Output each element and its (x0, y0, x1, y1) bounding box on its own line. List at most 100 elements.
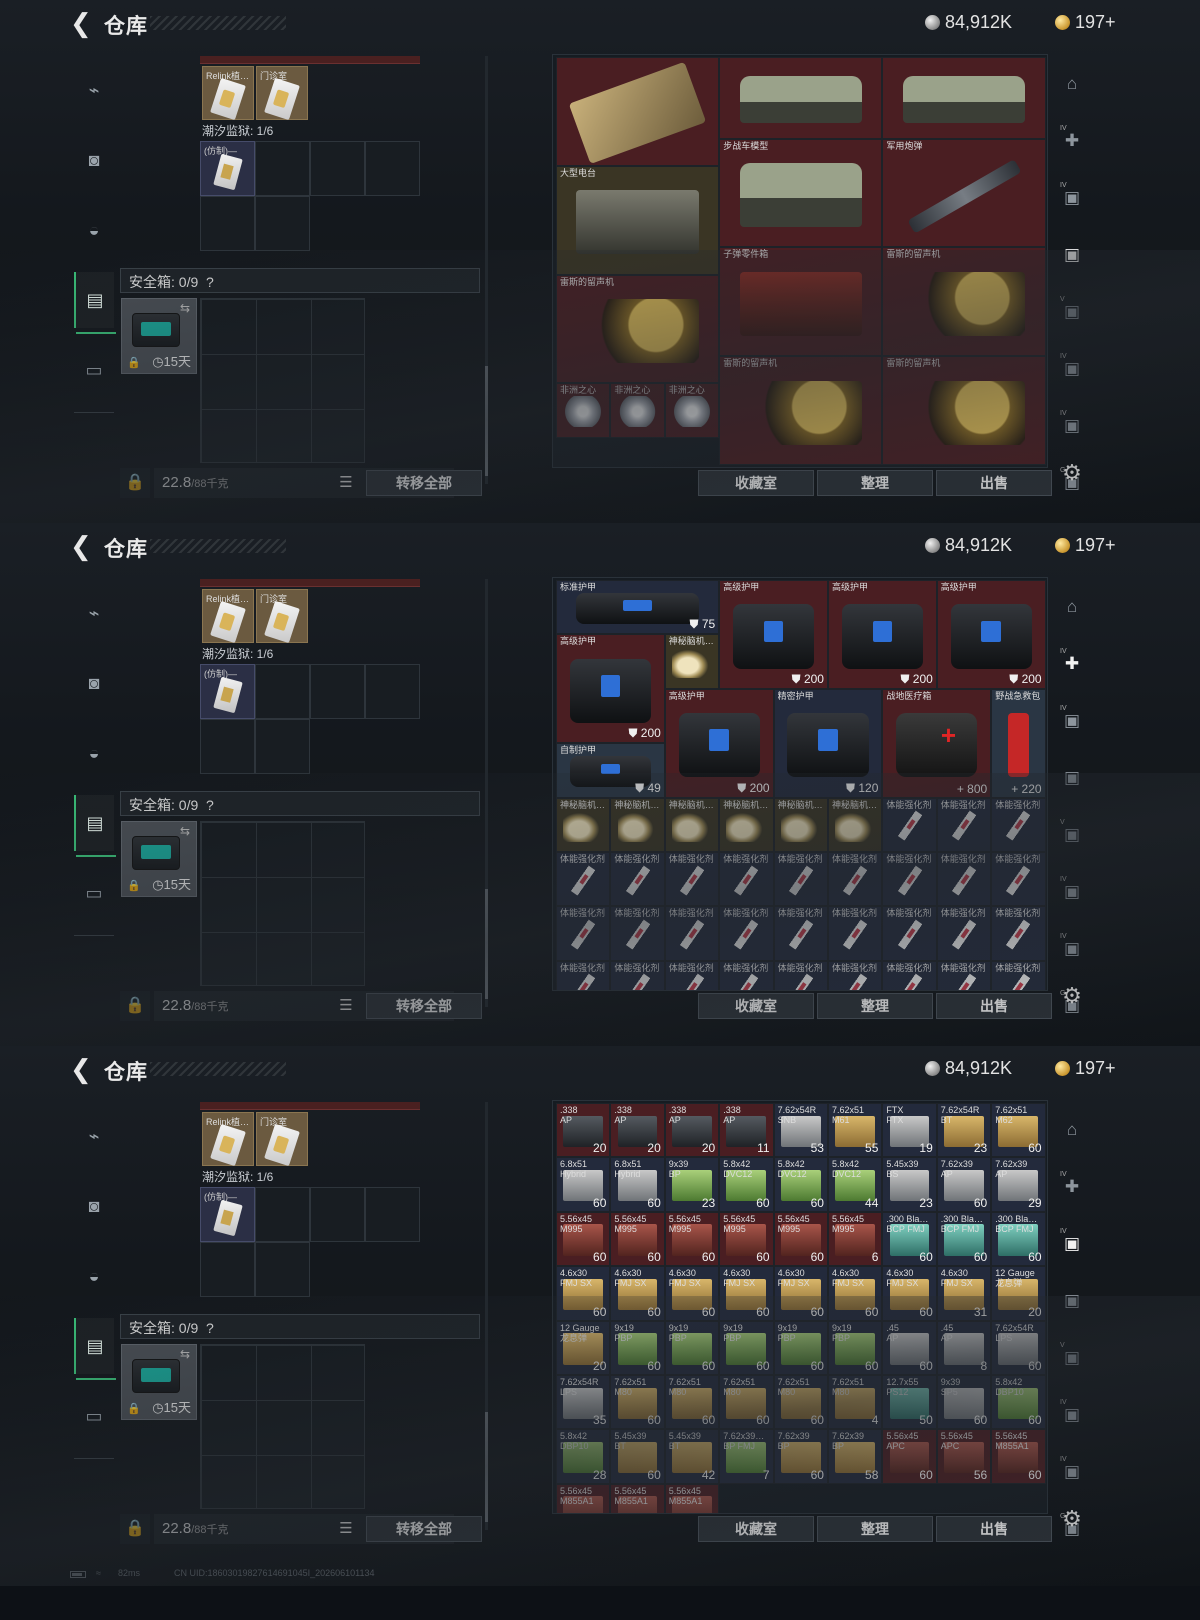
inventory-item[interactable]: 野战急救包 + 220 (991, 688, 1046, 798)
ammo-item[interactable]: 7.62x51 M61 55 (828, 1103, 883, 1158)
ammo-item[interactable]: 9x19 PBP 60 (828, 1320, 883, 1375)
inventory-item[interactable]: 自制护甲 ⛊ 49 (556, 743, 665, 798)
warehouse-tab-5[interactable]: ▣ V (1056, 1338, 1088, 1378)
warehouse-tab-5[interactable]: ▣ V (1056, 815, 1088, 855)
help-icon[interactable]: ? (206, 797, 214, 813)
inventory-item[interactable]: 神秘脑机… (719, 797, 774, 852)
safe-box-grid[interactable] (200, 298, 365, 463)
ammo-item[interactable]: 5.56x45 APC 60 (882, 1429, 937, 1484)
safe-box-item[interactable]: ⇆ 🔒 ◷15天 (121, 298, 197, 374)
grid-slot[interactable] (255, 141, 310, 196)
warehouse-tab-1[interactable]: ⌂ (1056, 1110, 1088, 1150)
item-replica-card[interactable]: (仿制)— (200, 1187, 255, 1242)
warehouse-tab-2[interactable]: ✚ IV (1056, 644, 1088, 684)
inventory-item[interactable]: 体能强化剂 (936, 797, 992, 852)
transfer-all-button[interactable]: 转移全部 (366, 1516, 482, 1542)
gear-icon[interactable]: ⚙ (1058, 1506, 1086, 1534)
ammo-item[interactable]: 5.56x45 M855A1 60 (991, 1429, 1046, 1484)
inventory-item[interactable]: 高级护甲 ⛊ 200 (664, 688, 774, 798)
inventory-item[interactable]: 体能强化剂 (664, 852, 720, 907)
sort-button[interactable]: 整理 (817, 470, 933, 496)
inventory-item[interactable]: 非洲之心 (610, 383, 665, 438)
grid-slot[interactable] (310, 664, 365, 719)
inventory-item[interactable] (556, 57, 720, 166)
ammo-item[interactable]: 6.8x51 Hybrid 60 (556, 1157, 611, 1212)
nav-safe-case[interactable]: ▤ (74, 795, 116, 857)
ammo-item[interactable]: 7.62x51 M80 4 (828, 1375, 883, 1430)
ammo-item[interactable]: 12 Gauge 龙息弹 20 (556, 1320, 611, 1375)
grid-slot[interactable] (365, 664, 420, 719)
nav-gun[interactable]: ⌁ (74, 62, 114, 118)
nav-safe-case[interactable]: ▤ (74, 1318, 116, 1380)
inventory-item[interactable]: 体能强化剂 (936, 852, 992, 907)
item-replica-card[interactable]: (仿制)— (200, 141, 255, 196)
item-replica-card[interactable]: (仿制)— (200, 664, 255, 719)
ammo-item[interactable]: .45 AP 60 (882, 1320, 937, 1375)
safe-box-item[interactable]: ⇆ 🔒 ◷15天 (121, 1344, 197, 1420)
list-view-icon[interactable]: ☰ (334, 473, 358, 493)
warehouse-tab-4[interactable]: ▣ (1056, 1281, 1088, 1321)
ammo-item[interactable]: FTX FTX 19 (882, 1103, 937, 1158)
ammo-item[interactable]: .300 Bla… BCP FMJ 60 (991, 1211, 1046, 1267)
transfer-all-button[interactable]: 转移全部 (366, 470, 482, 496)
ammo-item[interactable]: 5.56x45 M995 60 (610, 1211, 665, 1267)
ammo-item[interactable]: 4.6x30 FMJ SX 31 (936, 1266, 992, 1321)
inventory-item[interactable]: 神秘脑机… (773, 797, 828, 852)
ammo-item[interactable]: 7.62x39 BP 58 (828, 1429, 883, 1484)
grid-slot[interactable] (255, 1187, 310, 1242)
safe-box-grid[interactable] (200, 1344, 365, 1509)
warehouse-tab-1[interactable]: ⌂ (1056, 64, 1088, 104)
inventory-item[interactable]: 体能强化剂 (664, 906, 720, 961)
ammo-item[interactable]: 7.62x54R LPS 60 (991, 1320, 1046, 1375)
ammo-item[interactable]: 7.62x39 BP 60 (773, 1429, 828, 1484)
inventory-item[interactable]: 体能强化剂 (936, 960, 992, 990)
inventory-item[interactable]: 高级护甲 ⛊ 200 (828, 580, 937, 689)
grid-slot[interactable] (365, 141, 420, 196)
nav-armor[interactable]: ◙ (74, 132, 114, 188)
inventory-item[interactable]: 雷斯的留声机 (556, 274, 720, 384)
nav-toolbox[interactable]: ▭ (74, 1388, 114, 1444)
warehouse-tab-2[interactable]: ✚ IV (1056, 121, 1088, 161)
ammo-item[interactable]: 5.45x39 BS 23 (882, 1157, 937, 1212)
inventory-item[interactable]: 体能强化剂 (882, 797, 937, 852)
inventory-item[interactable]: 体能强化剂 (556, 906, 611, 961)
inventory-item[interactable]: 战地医疗箱 + 800 (882, 688, 992, 798)
transfer-all-button[interactable]: 转移全部 (366, 993, 482, 1019)
grid-slot[interactable] (255, 196, 310, 251)
nav-backpack[interactable]: ◒ (74, 725, 114, 781)
ammo-item[interactable]: 5.56x45 M995 60 (773, 1211, 828, 1267)
inventory-item[interactable]: 体能强化剂 (991, 852, 1046, 907)
inventory-item[interactable]: 体能强化剂 (828, 906, 883, 961)
inventory-item[interactable]: 雷斯的留声机 (719, 356, 883, 465)
scroll-thumb[interactable] (485, 366, 488, 476)
ammo-item[interactable]: .338 AP 20 (556, 1103, 611, 1158)
inventory-item[interactable]: 高级护甲 ⛊ 200 (719, 580, 828, 689)
inventory-item[interactable]: 体能强化剂 (719, 852, 774, 907)
warehouse-tab-5[interactable]: ▣ V (1056, 292, 1088, 332)
ammo-item[interactable]: 9x19 PBP 60 (773, 1320, 828, 1375)
inventory-item[interactable]: 体能强化剂 (773, 906, 828, 961)
nav-backpack[interactable]: ◒ (74, 1248, 114, 1304)
ammo-item[interactable]: 6.8x51 Hybrid 60 (610, 1157, 665, 1212)
gold-currency[interactable]: 197+ (1055, 12, 1116, 33)
sell-button[interactable]: 出售 (936, 1516, 1052, 1542)
ammo-item[interactable]: 9x39 SP5 60 (936, 1375, 992, 1430)
inventory-item[interactable]: 雷斯的留声机 (882, 247, 1046, 357)
inventory-item[interactable]: 神秘脑机… (664, 634, 720, 689)
inventory-item[interactable]: 子弹零件箱 (719, 247, 883, 357)
inventory-item[interactable]: 体能强化剂 (773, 852, 828, 907)
lock-icon[interactable]: 🔒 (120, 1514, 150, 1544)
grid-slot[interactable] (310, 1187, 365, 1242)
left-scrollbar[interactable] (485, 56, 488, 484)
list-view-icon[interactable]: ☰ (334, 1519, 358, 1539)
warehouse-tab-6[interactable]: ▣ IV (1056, 872, 1088, 912)
warehouse-tab-7[interactable]: ▣ IV (1056, 929, 1088, 969)
nav-safe-case[interactable]: ▤ (74, 272, 116, 334)
inventory-item[interactable]: 军用炮弹 (882, 138, 1046, 248)
item-clinic-key[interactable]: 门诊室 (256, 589, 308, 644)
ammo-item[interactable]: 5.8x42 DVC12 60 (719, 1157, 774, 1212)
grid-slot[interactable] (255, 664, 310, 719)
safe-box-grid[interactable] (200, 821, 365, 986)
ammo-item[interactable]: 7.62x39 AP 29 (991, 1157, 1046, 1212)
grid-slot[interactable] (365, 1187, 420, 1242)
